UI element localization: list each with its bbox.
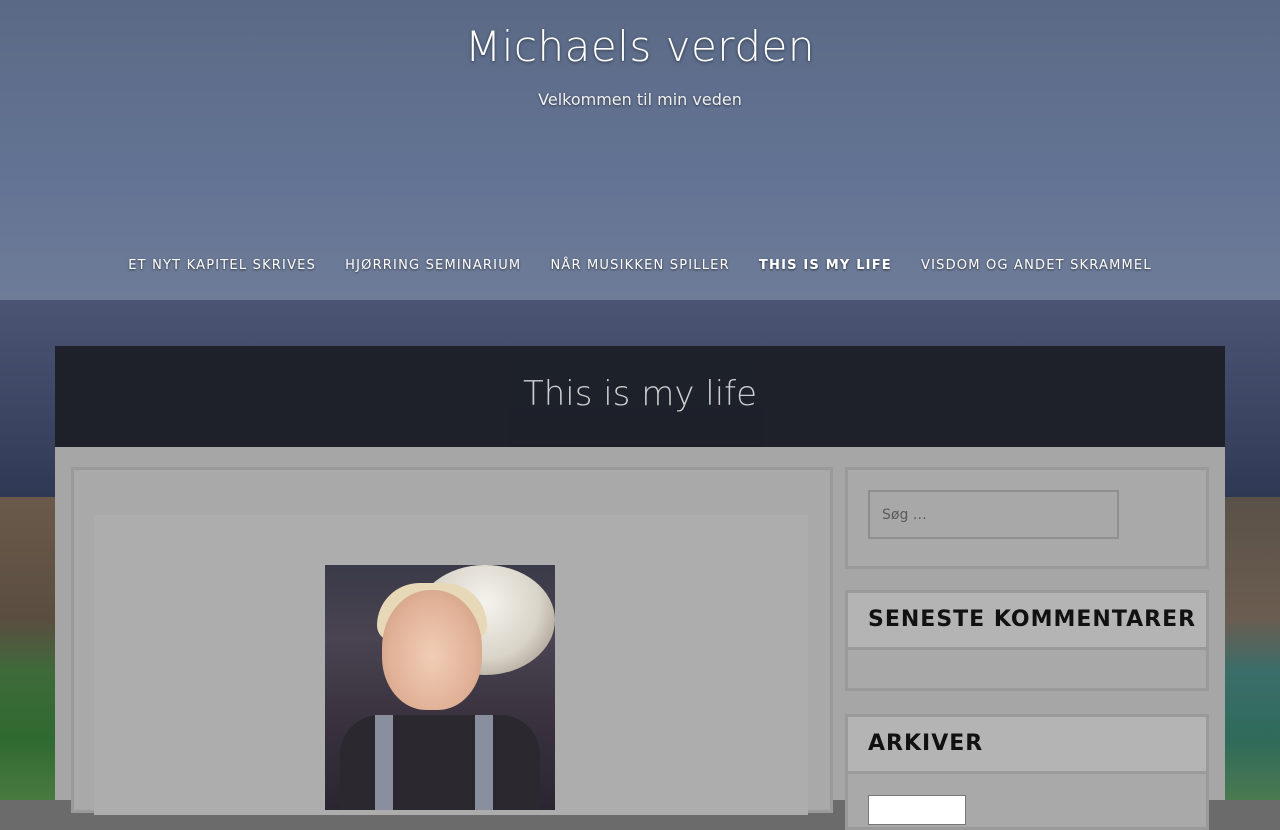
main-navigation: ET NYT KAPITEL SKRIVES HJØRRING SEMINARI… [0, 254, 1280, 273]
content-area: SENESTE KOMMENTARER ARKIVER [55, 447, 1225, 830]
photo-strap-right [475, 715, 493, 810]
site-title[interactable]: Michaels verden [0, 22, 1280, 71]
archive-widget: ARKIVER [845, 714, 1209, 830]
photo-face [382, 590, 482, 710]
photo-shirt [340, 715, 540, 810]
search-widget [845, 467, 1209, 569]
page-title: This is my life [522, 374, 758, 414]
nav-item-hjorring-seminarium[interactable]: HJØRRING SEMINARIUM [345, 258, 521, 273]
side-background-right [1225, 497, 1280, 800]
nav-item-et-nyt-kapitel[interactable]: ET NYT KAPITEL SKRIVES [128, 258, 316, 273]
page-header: This is my life [55, 346, 1225, 447]
childhood-photo[interactable] [325, 565, 555, 810]
recent-comments-widget: SENESTE KOMMENTARER [845, 590, 1209, 691]
article [71, 467, 833, 815]
recent-comments-title: SENESTE KOMMENTARER [848, 593, 1206, 650]
photo-strap-left [375, 715, 393, 810]
side-background-left [0, 497, 55, 800]
nav-item-this-is-my-life[interactable]: THIS IS MY LIFE [759, 258, 892, 273]
site-description: Velkommen til min veden [538, 90, 742, 109]
nav-item-naar-musikken-spiller[interactable]: NÅR MUSIKKEN SPILLER [550, 258, 729, 273]
search-input[interactable] [868, 490, 1119, 539]
nav-item-visdom-og-andet[interactable]: VISDOM OG ANDET SKRAMMEL [921, 258, 1152, 273]
archive-title: ARKIVER [848, 717, 1206, 774]
